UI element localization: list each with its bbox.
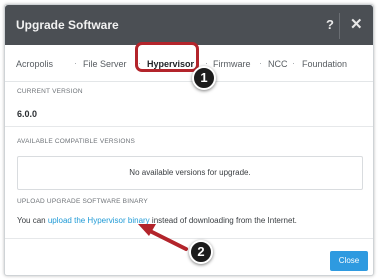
callout-badge-2: 2 (189, 240, 213, 264)
callout-arrow (138, 224, 188, 251)
